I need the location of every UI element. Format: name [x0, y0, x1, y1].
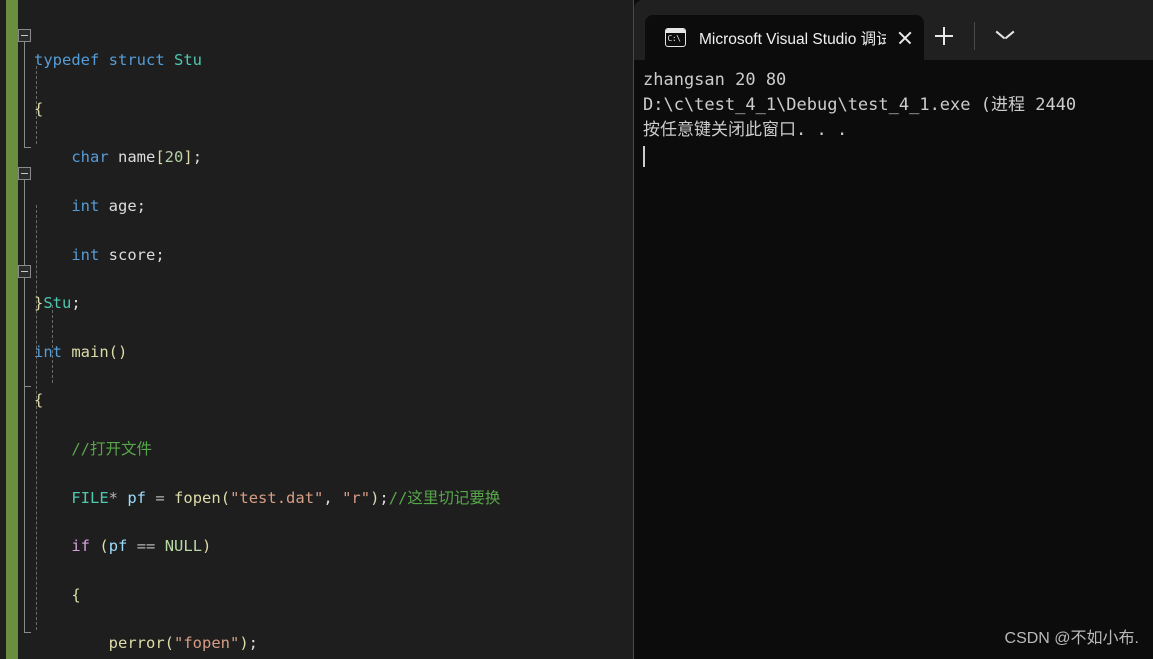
token-char: char	[71, 148, 109, 167]
token-parens: ()	[108, 342, 128, 361]
token-comma: ,	[323, 488, 343, 507]
code-line[interactable]: }Stu;	[18, 291, 634, 315]
code-line[interactable]: int main()	[18, 340, 634, 364]
terminal-titlebar[interactable]: Microsoft Visual Studio 调试控	[634, 0, 1153, 60]
token-paren-close: )	[370, 488, 380, 507]
token-star: *	[108, 488, 118, 507]
token-semicolon: ;	[136, 197, 147, 216]
code-line[interactable]: if (pf == NULL)	[18, 534, 634, 558]
terminal-output-area[interactable]: zhangsan 20 80 D:\c\test_4_1\Debug\test_…	[634, 60, 1153, 659]
code-line[interactable]: char name[20];	[18, 145, 634, 169]
token-semicolon: ;	[379, 488, 389, 507]
terminal-tab-active[interactable]: Microsoft Visual Studio 调试控	[645, 15, 924, 60]
token-paren-open: (	[164, 634, 174, 653]
terminal-output-line: zhangsan 20 80	[643, 70, 787, 90]
terminal-output-line: 按任意键关闭此窗口. . .	[643, 120, 848, 140]
token-bracket-close: ]	[183, 148, 193, 167]
token-semicolon: ;	[192, 148, 203, 167]
token-mode-string: "r"	[342, 488, 371, 507]
token-close-brace: }	[34, 294, 44, 313]
token-open-brace: {	[34, 99, 44, 118]
token-int: int	[71, 197, 100, 216]
terminal-caret	[643, 146, 645, 167]
token-bracket-open: [	[155, 148, 165, 167]
code-editor-pane[interactable]: typedef struct Stu { char name[20]; int …	[0, 0, 634, 659]
token-filename-string: "test.dat"	[230, 488, 324, 507]
token-score-field: score	[108, 245, 156, 264]
token-perror: perror	[108, 634, 165, 653]
plus-icon[interactable]	[928, 21, 960, 51]
token-name-field: name	[118, 148, 156, 167]
token-stu-type: Stu	[174, 51, 203, 70]
token-age-field: age	[108, 197, 137, 216]
token-paren-open: (	[99, 537, 109, 556]
token-fopen: fopen	[174, 488, 221, 507]
editor-change-track-margin	[6, 0, 18, 659]
token-semicolon: ;	[71, 294, 81, 313]
token-main: main	[71, 342, 109, 361]
editor-code-text[interactable]: typedef struct Stu { char name[20]; int …	[18, 24, 634, 659]
token-twenty: 20	[164, 148, 184, 167]
code-line[interactable]: int age;	[18, 194, 634, 218]
code-line[interactable]: //打开文件	[18, 437, 634, 461]
comment-trailing-fopen: //这里切记要换	[388, 488, 501, 507]
terminal-tab-title: Microsoft Visual Studio 调试控	[699, 30, 886, 48]
token-int: int	[71, 245, 100, 264]
token-stu-type: Stu	[43, 294, 72, 313]
token-typedef: typedef	[34, 51, 100, 70]
token-semicolon: ;	[155, 245, 165, 264]
token-paren-open: (	[220, 488, 231, 507]
token-if: if	[71, 537, 90, 556]
token-open-brace: {	[34, 391, 44, 410]
code-line[interactable]: int score;	[18, 243, 634, 267]
screenshot-root: typedef struct Stu { char name[20]; int …	[0, 0, 1153, 659]
token-semicolon: ;	[248, 634, 259, 653]
token-null: NULL	[164, 537, 203, 556]
code-line[interactable]: {	[18, 97, 634, 121]
code-line[interactable]: {	[18, 388, 634, 412]
token-file-type: FILE	[71, 488, 109, 507]
titlebar-separator	[974, 22, 975, 50]
comment-open-file: //打开文件	[71, 440, 152, 459]
console-cmd-icon	[665, 28, 686, 47]
token-pf: pf	[108, 537, 128, 556]
token-paren-close: )	[239, 634, 249, 653]
windows-terminal-window[interactable]: Microsoft Visual Studio 调试控 zhangsan 20 …	[634, 0, 1153, 659]
token-equality: ==	[136, 537, 156, 556]
code-line[interactable]: perror("fopen");	[18, 631, 634, 655]
token-int: int	[34, 342, 62, 361]
token-struct: struct	[108, 51, 165, 70]
csdn-watermark: CSDN @不如小布.	[1004, 630, 1139, 647]
code-line[interactable]: typedef struct Stu	[18, 48, 634, 72]
token-pf: pf	[127, 488, 147, 507]
token-open-brace: {	[71, 585, 81, 604]
token-paren-close: )	[202, 537, 212, 556]
token-fopen-string: "fopen"	[174, 634, 240, 653]
token-assign: =	[155, 488, 165, 507]
chevron-down-icon[interactable]	[989, 22, 1023, 52]
close-icon[interactable]	[886, 16, 924, 60]
code-line[interactable]: {	[18, 583, 634, 607]
code-line[interactable]: FILE* pf = fopen("test.dat", "r");//这里切记…	[18, 486, 634, 510]
terminal-output-line: D:\c\test_4_1\Debug\test_4_1.exe (进程 244…	[643, 95, 1077, 115]
